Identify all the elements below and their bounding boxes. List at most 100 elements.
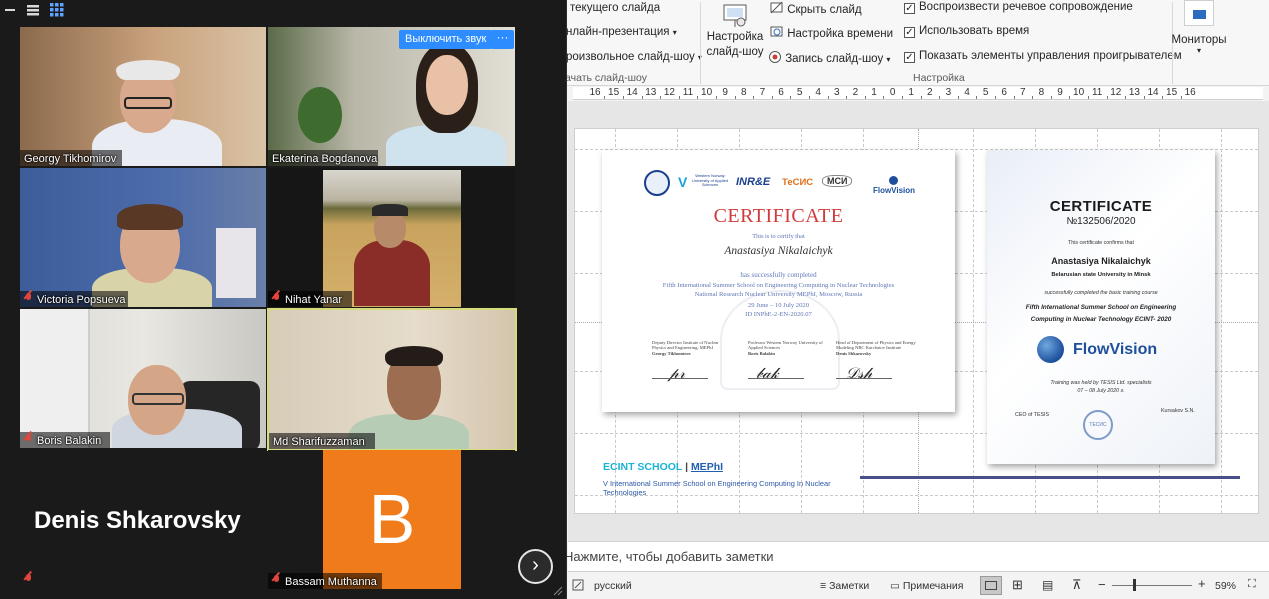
- narration-label: Воспроизвести речевое сопровождение: [919, 1, 1133, 13]
- mephi-logo: [644, 170, 670, 196]
- ruler-tick: [1180, 96, 1182, 99]
- ruler-tick: [1106, 96, 1108, 99]
- record-slideshow-button[interactable]: Запись слайд-шоу ▾: [768, 50, 890, 65]
- video-tile[interactable]: Denis Shkarovsky: [20, 450, 266, 589]
- language-indicator[interactable]: русский: [594, 580, 632, 592]
- ruler-number: 12: [663, 87, 675, 98]
- ruler-number: 9: [1057, 87, 1063, 98]
- zoom-meeting-panel: Georgy Tikhomirov Ekaterina Bogdanova Вы…: [0, 0, 567, 599]
- participant-display-name: Denis Shkarovsky: [34, 507, 241, 534]
- next-page-button[interactable]: ›: [518, 549, 553, 584]
- ruler-number: 9: [722, 87, 728, 98]
- zoom-out-button[interactable]: −: [1098, 577, 1106, 592]
- online-presentation-button[interactable]: нлайн-презентация ▾: [566, 26, 677, 38]
- ruler-number: 10: [1073, 87, 1085, 98]
- ruler-number: 0: [889, 87, 896, 98]
- zoom-level[interactable]: 59%: [1215, 580, 1236, 592]
- background-object: [216, 228, 256, 298]
- decorative-bar: [860, 476, 1240, 479]
- slideshow-view-button[interactable]: ⊼: [1072, 577, 1082, 593]
- ruler-number: 10: [701, 87, 713, 98]
- media-controls-checkbox[interactable]: ✓: [904, 52, 915, 63]
- ruler-number: 16: [589, 87, 601, 98]
- video-tile[interactable]: Boris Balakin: [20, 309, 266, 448]
- video-tile[interactable]: Georgy Tikhomirov: [20, 27, 266, 166]
- course-line-2: Computing in Nuclear Technology ECINT- 2…: [1030, 316, 1172, 323]
- gallery-view-icon[interactable]: [50, 3, 64, 17]
- ruler-number: 13: [1128, 87, 1140, 98]
- flowvision-logo: FlowVision: [868, 176, 920, 195]
- minimize-icon[interactable]: [3, 3, 17, 17]
- ruler-tick: [604, 96, 606, 99]
- active-speaker-tile[interactable]: Md Sharifuzzaman: [267, 308, 517, 451]
- signer-name: Boris Balakin: [748, 350, 775, 356]
- muted-mic-icon: [272, 293, 281, 304]
- chevron-down-icon: ▾: [886, 55, 891, 64]
- certificate-title: CERTIFICATE: [1049, 198, 1153, 215]
- chevron-down-icon: ▾: [1196, 46, 1201, 55]
- monitor-icon: [1184, 0, 1214, 26]
- video-tile[interactable]: Nihat Yanar: [268, 168, 515, 307]
- reading-view-button[interactable]: ▤: [1042, 578, 1053, 592]
- flowvision-logo-text: FlowVision: [1073, 341, 1158, 358]
- narration-checkbox[interactable]: ✓: [904, 3, 915, 14]
- school-text: Fifth International Summer School on Eng…: [662, 282, 895, 289]
- ruler-number: 13: [645, 87, 657, 98]
- ruler-number: 8: [1038, 87, 1045, 98]
- ruler-tick: [846, 96, 848, 99]
- zoom-slider-thumb[interactable]: [1132, 579, 1136, 591]
- proofing-icon[interactable]: [572, 579, 584, 591]
- slide-sorter-button[interactable]: ⊞: [1012, 577, 1023, 593]
- ruler-number: 7: [1020, 87, 1026, 98]
- ecint-title: ECINT SCHOOL: [603, 461, 683, 473]
- certificate-title: CERTIFICATE: [713, 205, 844, 227]
- ruler-number: 4: [815, 87, 821, 98]
- signer-block: Professor Western Norway University of A…: [748, 340, 828, 356]
- muted-mic-icon: [24, 434, 33, 445]
- ruler-tick: [901, 96, 903, 99]
- notes-toggle-button[interactable]: ≡ Заметки: [820, 580, 869, 592]
- resize-grip-icon[interactable]: [552, 585, 563, 596]
- course-line-1: Fifth International Summer School on Eng…: [1025, 304, 1177, 311]
- ecint-separator: |: [682, 461, 691, 473]
- rehearse-timings-button[interactable]: Настройка времени: [770, 25, 893, 40]
- participant-name: Nihat Yanar: [272, 293, 342, 306]
- mephi-link[interactable]: MEPhI: [691, 461, 723, 473]
- ruler-tick: [939, 96, 941, 99]
- cap: [385, 346, 443, 366]
- more-options-icon: ···: [496, 30, 509, 44]
- certificate-mephi[interactable]: V Western Norway University of Applied S…: [602, 150, 955, 412]
- ruler-tick: [1125, 96, 1127, 99]
- hvl-logo-text: Western Norway University of Applied Sci…: [691, 173, 729, 187]
- flowvision-logo-text: FlowVision: [872, 186, 916, 195]
- hide-slide-button[interactable]: Скрыть слайд: [770, 1, 862, 16]
- media-controls-label: Показать элементы управления проигрывате…: [919, 50, 1182, 62]
- fit-slide-button[interactable]: ⛶: [1248, 578, 1256, 591]
- rehearse-icon: [770, 26, 783, 37]
- slide-canvas[interactable]: V Western Norway University of Applied S…: [574, 128, 1259, 514]
- monitors-button[interactable]: Мониторы ▾: [1170, 0, 1228, 55]
- ruler-number: 4: [964, 87, 970, 98]
- from-current-slide-button[interactable]: текущего слайда: [570, 2, 660, 14]
- ruler-tick: [976, 96, 978, 99]
- shirt: [354, 240, 430, 306]
- comments-toggle-button[interactable]: ▭ Примечания: [890, 580, 963, 592]
- more-options-button[interactable]: ···: [491, 30, 514, 49]
- certificate-tesis[interactable]: CERTIFICATE №132506/2020 This certificat…: [987, 150, 1215, 464]
- notes-pane[interactable]: Нажмите, чтобы добавить заметки: [564, 541, 1269, 571]
- certify-text: This is to certify that: [752, 233, 805, 240]
- timings-checkbox[interactable]: ✓: [904, 27, 915, 38]
- signer-name: Georgy Tikhomirov: [652, 350, 691, 356]
- zoom-slider-track[interactable]: [1112, 585, 1192, 586]
- video-tile[interactable]: Victoria Popsueva: [20, 168, 266, 307]
- normal-view-button[interactable]: [980, 576, 1002, 595]
- cap: [372, 204, 408, 216]
- unmute-participant-button[interactable]: Выключить звук: [399, 30, 493, 49]
- custom-slideshow-button[interactable]: роизвольное слайд-шоу ▾: [566, 51, 702, 63]
- zoom-in-button[interactable]: +: [1198, 576, 1206, 591]
- hamburger-menu-icon[interactable]: [26, 3, 40, 17]
- setup-slideshow-button[interactable]: Настройка слайд-шоу: [706, 2, 764, 64]
- partner-logos: V Western Norway University of Applied S…: [640, 170, 920, 196]
- video-tile[interactable]: B Bassam Muthanna: [268, 450, 515, 589]
- inre-logo: INR&E: [736, 176, 771, 188]
